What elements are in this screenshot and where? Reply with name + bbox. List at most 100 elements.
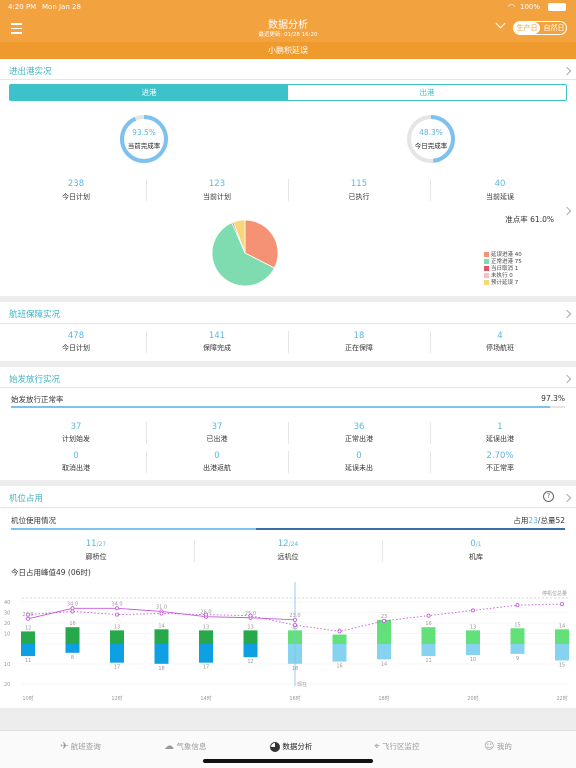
- bar-departure: [154, 644, 169, 664]
- tab-arrival[interactable]: 进港: [10, 85, 288, 100]
- help-icon[interactable]: ?: [543, 491, 554, 502]
- stands-section: 机位占用 ? 机位使用情况 占用23/总量52 11/27 廊桥位 12/24 …: [0, 486, 576, 708]
- tab-flight-query[interactable]: ✈ 航班查询: [60, 741, 101, 752]
- departure-rate-fill: [11, 406, 551, 408]
- bar-departure: [65, 644, 80, 653]
- tab-profile[interactable]: ☺ 我的: [484, 741, 512, 752]
- line-point: [115, 612, 120, 617]
- stat-label: 取消出港: [62, 464, 90, 472]
- line-point: [381, 618, 386, 623]
- current-completion-percent: 93.5%: [132, 128, 156, 137]
- wifi-icon: ◠: [508, 2, 515, 11]
- bar-departure: [377, 644, 391, 660]
- stand-label: 远机位: [277, 553, 299, 561]
- x-tick-label: 20时: [467, 695, 478, 702]
- bar-arrival: [243, 630, 258, 644]
- pie-chart-icon: [270, 742, 280, 752]
- bar-value-label: 14: [381, 661, 387, 667]
- line-point: [292, 623, 297, 628]
- x-tick-label: 16时: [289, 695, 300, 702]
- line-point: [560, 602, 565, 607]
- divider: [430, 422, 431, 444]
- status-time: 4:20 PM: [8, 3, 37, 11]
- departure-section: 始发放行实况 始发放行正常率 97.3% 37 计划始发 37 已出港 36 正…: [0, 367, 576, 480]
- bar-value-label: 16: [336, 664, 342, 670]
- y-tick-label: 10: [4, 632, 10, 638]
- today-completion-percent: 48.3%: [419, 128, 443, 137]
- y-tick-label: 30: [4, 611, 10, 617]
- bar-arrival: [466, 630, 480, 644]
- bar-value-label: 12: [247, 659, 253, 665]
- stat-value: 37: [70, 422, 82, 432]
- day-type-toggle[interactable]: 生产日 自然日: [513, 21, 567, 35]
- bar-arrival: [377, 619, 391, 644]
- divider: [430, 331, 431, 353]
- chevron-down-icon[interactable]: [495, 18, 506, 29]
- y-tick-label: 40: [4, 600, 10, 606]
- bar-departure: [332, 644, 347, 662]
- tab-weather[interactable]: ☁ 气象信息: [164, 741, 206, 752]
- stand-count: 12/24: [277, 539, 299, 549]
- stat-label: 今日计划: [62, 193, 90, 201]
- stat-value: 40: [494, 179, 506, 189]
- x-tick-label: 10时: [22, 695, 33, 702]
- bar-value-label: 8: [71, 655, 74, 661]
- chevron-right-icon[interactable]: [562, 493, 572, 503]
- chevron-right-icon[interactable]: [562, 309, 572, 319]
- tab-data-analysis[interactable]: 数据分析: [270, 741, 312, 752]
- stat-value: 1: [497, 422, 503, 432]
- divider: [146, 179, 147, 201]
- bar-departure: [110, 644, 124, 663]
- today-completion-label: 今日完成率: [414, 142, 448, 150]
- chevron-right-icon[interactable]: [562, 206, 572, 216]
- stat-label: 出港返航: [203, 464, 231, 472]
- divider: [288, 331, 289, 353]
- divider: [0, 79, 576, 80]
- stat-value: 0: [73, 451, 79, 461]
- stat-value: 238: [67, 179, 85, 189]
- bar-value-label: 11: [25, 658, 31, 664]
- section-title-guarantee: 航班保障实况: [9, 310, 61, 320]
- stand-usage-track: [11, 528, 565, 530]
- tab-departure[interactable]: 出港: [288, 85, 566, 100]
- stat-value: 37: [211, 422, 223, 432]
- bar-value-label: 9: [516, 656, 519, 662]
- current-completion-label: 当前完成率: [127, 142, 161, 150]
- bar-value-label: 13: [470, 624, 476, 630]
- ring-progress: [120, 115, 168, 163]
- stat-value: 2.70%: [486, 451, 514, 461]
- chevron-right-icon[interactable]: [562, 374, 572, 384]
- stat-label: 计划始发: [62, 435, 90, 443]
- bar-arrival: [110, 630, 124, 644]
- guarantee-section: 航班保障实况 478 今日计划 141 保障完成 18 正在保障 4 停场航班: [0, 302, 576, 361]
- delay-banner[interactable]: 小鹏积延误: [0, 42, 576, 59]
- bar-value-label: 15: [514, 622, 520, 628]
- stat-value: 478: [67, 331, 85, 341]
- bar-value-label: 11: [425, 658, 431, 664]
- bar-arrival: [332, 634, 347, 644]
- divider: [288, 451, 289, 473]
- today-completion-ring: [407, 115, 455, 163]
- chevron-right-icon[interactable]: [562, 66, 572, 76]
- divider: [194, 540, 195, 562]
- stand-count: 11/27: [85, 539, 107, 549]
- status-bar: 4:20 PM Mon Jan 28 ◠ 100%: [0, 0, 576, 14]
- bar-value-label: 17: [114, 665, 120, 671]
- stat-label: 已执行: [348, 193, 370, 201]
- tab-airfield-monitor[interactable]: ⌖ 飞行区监控: [374, 741, 420, 752]
- stat-label: 保障完成: [203, 344, 231, 352]
- divider: [382, 540, 383, 562]
- production-day-option[interactable]: 生产日: [514, 22, 540, 34]
- line-point: [515, 603, 520, 608]
- legend-item: 预计延误 7: [484, 278, 518, 286]
- line-point: [248, 613, 253, 618]
- divider: [146, 422, 147, 444]
- divider: [430, 179, 431, 201]
- menu-icon[interactable]: [11, 23, 22, 34]
- stand-usage-label: 机位使用情况: [11, 516, 56, 525]
- page-title: 数据分析: [268, 20, 308, 31]
- natural-day-option[interactable]: 自然日: [541, 22, 567, 34]
- stat-label: 当前计划: [203, 193, 231, 201]
- bar-value-label: 13: [203, 624, 209, 630]
- bar-value-label: 13: [247, 624, 253, 630]
